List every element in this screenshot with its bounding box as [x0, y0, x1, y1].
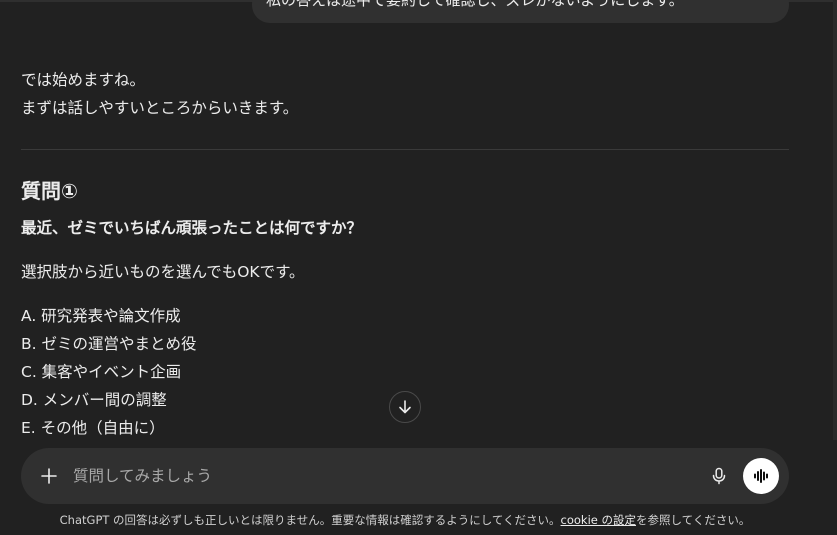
- option-item: B. ゼミの運営やまとめ役: [21, 335, 197, 353]
- scroll-down-button[interactable]: [389, 391, 421, 423]
- option-item: D. メンバー間の調整: [21, 391, 167, 409]
- dictate-button[interactable]: [705, 462, 733, 490]
- footer-disclaimer: ChatGPT の回答は必ずしも正しいとは限りません。重要な情報は確認するように…: [0, 510, 810, 530]
- user-message-bubble: 私の答えは途中で要約して確認し、ズレがないようにします。: [252, 0, 789, 23]
- attach-button[interactable]: [35, 462, 63, 490]
- composer: [21, 448, 789, 504]
- prompt-input[interactable]: [73, 462, 633, 490]
- intro-line: では始めますね。: [21, 71, 146, 89]
- question-text: 最近、ゼミでいちばん頑張ったことは何ですか？: [21, 219, 363, 237]
- voice-mode-icon: [754, 469, 768, 483]
- assistant-intro: では始めますね。 まずは話しやすいところからいきます。: [21, 66, 789, 122]
- arrow-down-icon: [399, 400, 411, 414]
- option-item: C. 集客やイベント企画: [21, 363, 182, 381]
- microphone-icon: [712, 467, 726, 485]
- voice-mode-button[interactable]: [743, 458, 779, 494]
- disclaimer-prefix: ChatGPT の回答は必ずしも正しいとは限りません。重要な情報は確認するように…: [59, 513, 561, 527]
- section-divider: [21, 149, 789, 150]
- option-item: E. その他（自由に）: [21, 419, 165, 437]
- plus-icon: [41, 468, 57, 484]
- intro-line: まずは話しやすいところからいきます。: [21, 99, 299, 117]
- option-list: A. 研究発表や論文作成 B. ゼミの運営やまとめ役 C. 集客やイベント企画 …: [21, 302, 197, 442]
- question-note: 選択肢から近いものを選んでもOKです。: [21, 263, 305, 281]
- user-message-text: 私の答えは途中で要約して確認し、ズレがないようにします。: [266, 0, 684, 9]
- option-item: A. 研究発表や論文作成: [21, 307, 181, 325]
- disclaimer-suffix: を参照してください。: [636, 513, 751, 527]
- question-heading: 質問①: [21, 179, 78, 203]
- cookie-settings-link[interactable]: cookie の設定: [561, 513, 636, 527]
- scrollbar[interactable]: [833, 0, 837, 440]
